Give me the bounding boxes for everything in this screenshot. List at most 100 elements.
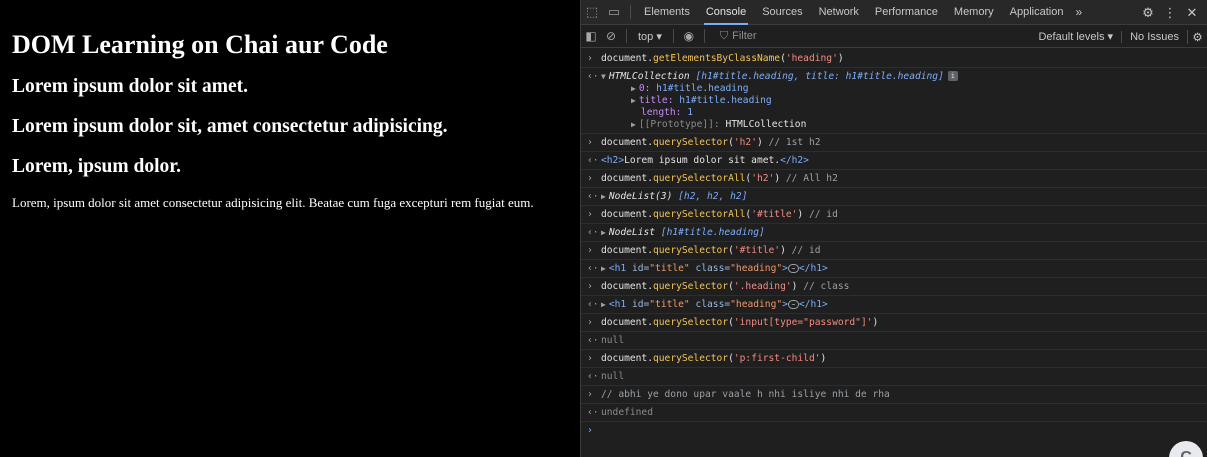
attr-value: "heading" xyxy=(730,263,783,274)
console-input-line: › // abhi ye dono upar vaale h nhi isliy… xyxy=(581,386,1207,404)
property-row[interactable]: ▶ [[Prototype]]: HTMLCollection xyxy=(631,119,1201,131)
info-icon[interactable]: i xyxy=(947,71,958,81)
property-value: HTMLCollection xyxy=(725,119,807,130)
console-result-nodelist[interactable]: ‹· ▶ NodeList(3) [h2, h2, h2] xyxy=(581,188,1207,206)
result-arrow-icon: ‹· xyxy=(587,71,599,82)
console-settings-gear-icon[interactable]: ⚙ xyxy=(1187,29,1207,44)
property-row[interactable]: ▶ 0: h1#title.heading xyxy=(631,83,1201,95)
expand-triangle-icon[interactable]: ▶ xyxy=(601,228,606,237)
attr-value: "title" xyxy=(649,263,690,274)
tab-elements[interactable]: Elements xyxy=(636,0,698,25)
result-arrow-icon: ‹· xyxy=(587,371,599,382)
element-open-tag: <h1 xyxy=(608,263,627,274)
expand-triangle-icon[interactable]: ▶ xyxy=(601,264,606,273)
ellipsis-icon[interactable]: … xyxy=(787,263,799,273)
console-result-null: ‹· null xyxy=(581,332,1207,350)
tab-application[interactable]: Application xyxy=(1002,0,1072,25)
tab-sources[interactable]: Sources xyxy=(754,0,810,25)
console-input-line: › document.querySelectorAll('h2') // All… xyxy=(581,170,1207,188)
code-string: 'p:first-child' xyxy=(733,353,821,364)
expand-triangle-icon[interactable]: ▶ xyxy=(601,192,606,201)
context-selector[interactable]: top ▾ xyxy=(632,30,668,43)
element-close-tag: </h1> xyxy=(798,299,828,310)
page-heading-h2-2: Lorem ipsum dolor sit, amet consectetur … xyxy=(12,116,448,137)
expand-triangle-icon[interactable]: ▶ xyxy=(601,300,606,309)
filter-input[interactable] xyxy=(732,30,933,42)
result-arrow-icon: ‹· xyxy=(587,335,599,346)
property-key: [[Prototype]]: xyxy=(638,119,720,130)
console-result-null: ‹· null xyxy=(581,368,1207,386)
property-row[interactable]: ▶ title: h1#title.heading xyxy=(631,95,1201,107)
code-comment: // abhi ye dono upar vaale h nhi isliye … xyxy=(601,389,890,400)
code-method: getElementsByClassName xyxy=(653,53,781,64)
close-icon[interactable]: ✕ xyxy=(1181,5,1203,21)
property-key: title: xyxy=(638,95,674,106)
expand-triangle-icon[interactable]: ▼ xyxy=(601,72,606,81)
code-string: 'h2' xyxy=(733,137,757,148)
tabbar-divider xyxy=(630,5,631,19)
console-result-element[interactable]: ‹· <h2>Lorem ipsum dolor sit amet.</h2> xyxy=(581,152,1207,170)
expand-triangle-icon[interactable]: ▶ xyxy=(631,84,636,93)
property-row: length: 1 xyxy=(631,107,1201,119)
console-result-nodelist[interactable]: ‹· ▶ NodeList [h1#title.heading] xyxy=(581,224,1207,242)
code-object: document xyxy=(601,53,648,64)
result-value: null xyxy=(601,335,625,346)
code-object: document xyxy=(601,137,648,148)
floating-avatar-button[interactable]: C xyxy=(1169,441,1203,457)
expand-triangle-icon[interactable]: ▶ xyxy=(631,120,636,129)
issues-button[interactable]: No Issues xyxy=(1121,30,1187,43)
tab-memory[interactable]: Memory xyxy=(946,0,1002,25)
device-toolbar-icon[interactable]: ▭ xyxy=(603,0,625,25)
tab-console[interactable]: Console xyxy=(698,0,754,25)
console-prompt[interactable]: › xyxy=(581,422,1207,439)
element-text: Lorem ipsum dolor sit amet. xyxy=(624,155,781,166)
code-object: document xyxy=(601,317,648,328)
console-result-htmlcollection[interactable]: ‹· ▼ HTMLCollection [h1#title.heading, ti… xyxy=(581,68,1207,134)
element-open-tag: <h1 xyxy=(608,299,627,310)
result-arrow-icon: ‹· xyxy=(587,263,599,274)
tab-performance[interactable]: Performance xyxy=(867,0,946,25)
code-comment: // 1st h2 xyxy=(768,137,821,148)
code-string: '#title' xyxy=(733,245,781,256)
console-output: › document.getElementsByClassName('headi… xyxy=(581,48,1207,439)
more-vert-icon[interactable]: ⋮ xyxy=(1159,5,1181,21)
console-input-line: › document.getElementsByClassName('headi… xyxy=(581,50,1207,68)
object-preview: [h1#title.heading, title: h1#title.headi… xyxy=(695,71,944,82)
more-tabs-icon[interactable]: » xyxy=(1071,5,1086,19)
input-chevron-icon: › xyxy=(587,317,593,328)
console-result-element[interactable]: ‹· ▶ <h1 id="title" class="heading">… </h1… xyxy=(581,296,1207,314)
ellipsis-icon[interactable]: … xyxy=(787,299,799,309)
toolbar-divider xyxy=(672,29,674,43)
live-expression-icon[interactable]: ◉ xyxy=(679,25,699,48)
code-method: querySelectorAll xyxy=(653,209,746,220)
console-input-line: › document.querySelector('input[type="pa… xyxy=(581,314,1207,332)
code-string: 'input[type="password"]' xyxy=(733,317,873,328)
console-input-line: › document.querySelector('#title') // id xyxy=(581,242,1207,260)
page-heading-h2-1: Lorem ipsum dolor sit amet. xyxy=(12,76,248,97)
page-heading-h1: DOM Learning on Chai aur Code xyxy=(12,30,388,59)
input-chevron-icon: › xyxy=(587,389,593,400)
tab-network[interactable]: Network xyxy=(811,0,867,25)
input-chevron-icon: › xyxy=(587,53,593,64)
console-result-element[interactable]: ‹· ▶ <h1 id="title" class="heading">… </h1… xyxy=(581,260,1207,278)
tabbar-actions: ⚙ ⋮ ✕ xyxy=(1137,0,1203,25)
code-object: document xyxy=(601,245,648,256)
default-levels-dropdown[interactable]: Default levels ▾ xyxy=(1030,30,1121,43)
rendered-page: DOM Learning on Chai aur Code Lorem ipsu… xyxy=(0,0,580,457)
property-key: 0: xyxy=(638,83,651,94)
code-string: 'heading' xyxy=(785,53,838,64)
input-chevron-icon: › xyxy=(587,209,593,220)
page-paragraph: Lorem, ipsum dolor sit amet consectetur … xyxy=(12,195,534,210)
gear-icon[interactable]: ⚙ xyxy=(1137,5,1159,21)
object-preview: [h2, h2, h2] xyxy=(678,191,748,202)
devtools-tabbar: ⬚ ▭ Elements Console Sources Network Per… xyxy=(581,0,1207,25)
result-arrow-icon: ‹· xyxy=(587,299,599,310)
clear-console-icon[interactable]: ⊘ xyxy=(601,25,621,48)
inspect-element-icon[interactable]: ⬚ xyxy=(581,0,603,25)
result-arrow-icon: ‹· xyxy=(587,155,599,166)
sidebar-toggle-icon[interactable]: ◧ xyxy=(581,25,601,48)
page-heading-h2-3: Lorem, ipsum dolor. xyxy=(12,156,182,177)
code-method: querySelector xyxy=(653,353,729,364)
expand-triangle-icon[interactable]: ▶ xyxy=(631,96,636,105)
filter-icon: ⛉ xyxy=(719,29,729,42)
